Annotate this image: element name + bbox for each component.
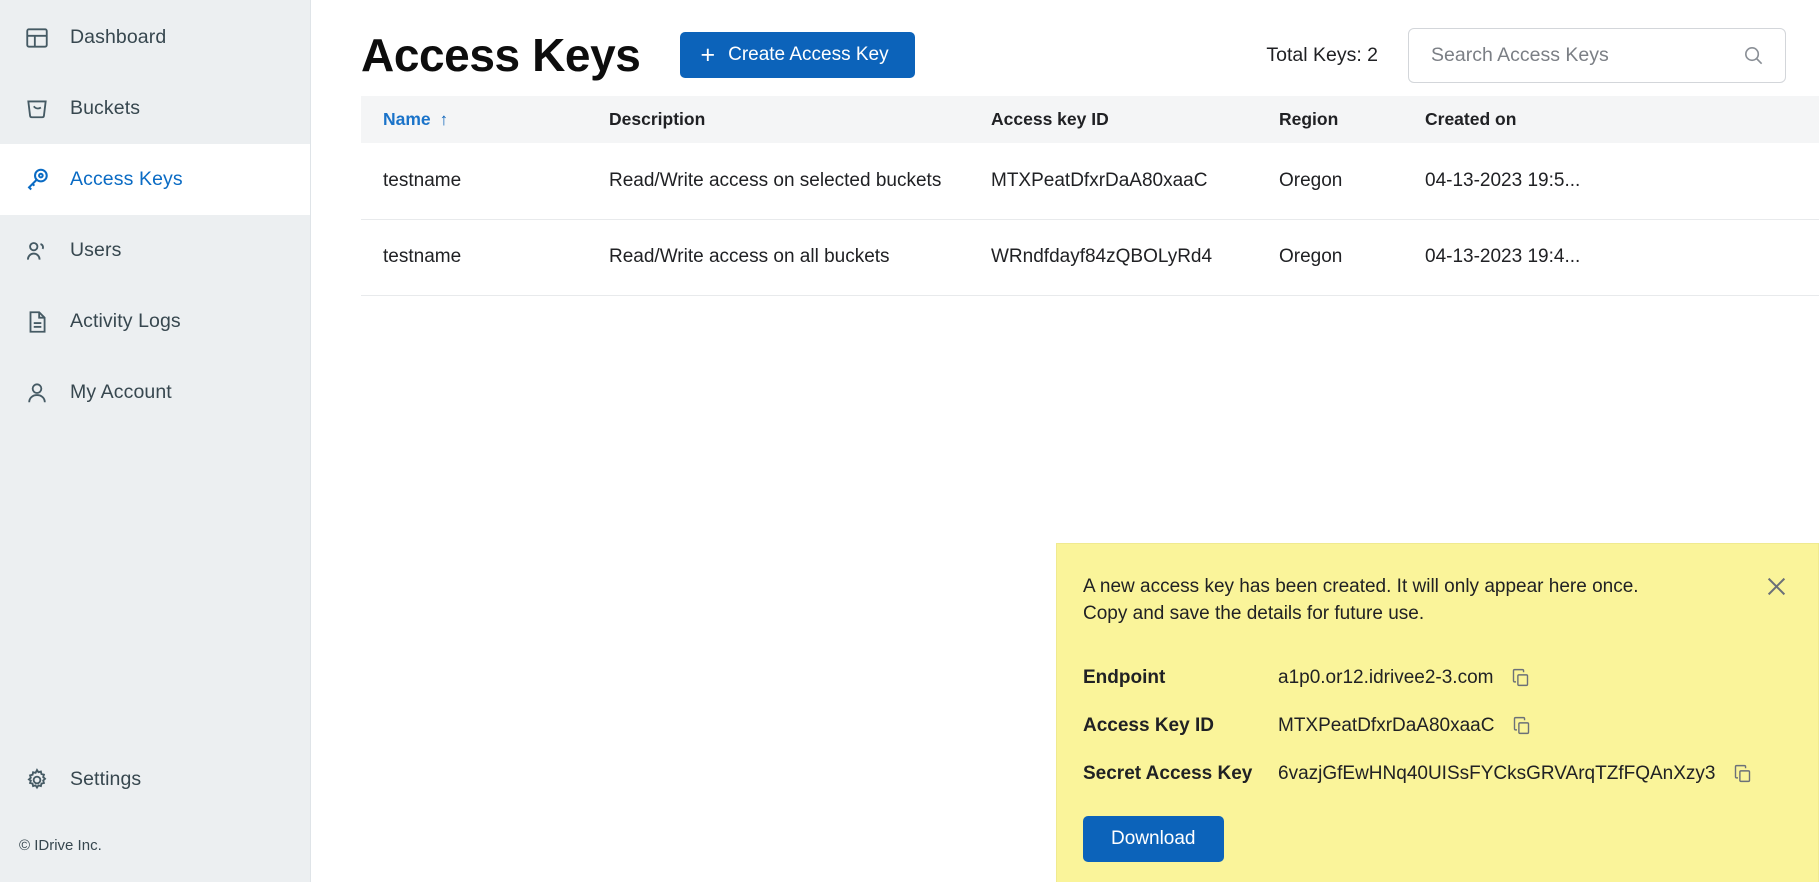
sidebar-item-label: Access Keys [70, 168, 183, 190]
search-box[interactable] [1408, 27, 1786, 83]
sidebar-item-activity-logs[interactable]: Activity Logs [0, 286, 310, 357]
field-label: Access Key ID [1083, 714, 1214, 736]
field-value: 6vazjGfEwHNq40UISsFYCksGRVArqTZfFQAnXzy3 [1278, 762, 1716, 784]
cell-description: Read/Write access on all buckets [609, 219, 991, 296]
cell-description: Read/Write access on selected buckets [609, 143, 991, 220]
notification-field-secret-access-key: Secret Access Key 6vazjGfEwHNq40UISsFYCk… [1083, 750, 1788, 798]
cell-region: Oregon [1279, 143, 1425, 220]
sidebar-item-label: My Account [70, 381, 172, 403]
copy-icon[interactable] [1510, 667, 1531, 688]
bucket-icon [14, 96, 60, 122]
sidebar-item-label: Dashboard [70, 26, 167, 48]
column-header-region: Region [1279, 109, 1339, 129]
header-right: Total Keys: 2 [1266, 27, 1819, 83]
table-row[interactable]: testname Read/Write access on all bucket… [361, 219, 1819, 296]
search-icon[interactable] [1742, 44, 1765, 67]
notification-field-endpoint: Endpoint a1p0.or12.idrivee2-3.com [1083, 654, 1788, 702]
copy-icon[interactable] [1732, 763, 1753, 784]
plus-icon: + [700, 40, 716, 69]
users-icon [14, 238, 60, 264]
gear-icon [14, 767, 60, 793]
column-header-name[interactable]: Name ↑ [361, 96, 609, 143]
sort-ascending-icon: ↑ [439, 110, 449, 129]
sidebar-item-access-keys[interactable]: Access Keys [0, 144, 310, 215]
cell-access-key-id: MTXPeatDfxrDaA80xaaC [991, 143, 1279, 220]
total-keys-label: Total Keys: 2 [1266, 43, 1378, 66]
key-icon [14, 166, 60, 193]
sidebar-item-buckets[interactable]: Buckets [0, 73, 310, 144]
sidebar-item-label: Users [70, 239, 122, 261]
copyright-text: © IDrive Inc. [19, 837, 102, 854]
sidebar-footer: Settings © IDrive Inc. [0, 744, 310, 882]
copy-icon[interactable] [1511, 715, 1532, 736]
sidebar-item-users[interactable]: Users [0, 215, 310, 286]
sidebar-nav: Dashboard Buckets Access Keys Users Acti… [0, 0, 310, 428]
field-value: MTXPeatDfxrDaA80xaaC [1278, 714, 1495, 736]
table-head: Name ↑ Description Access key ID Region C… [361, 96, 1819, 143]
access-keys-table-wrapper: Name ↑ Description Access key ID Region C… [311, 96, 1819, 296]
cell-name: testname [361, 219, 609, 296]
sidebar-item-label: Buckets [70, 97, 141, 119]
sidebar-item-label: Settings [70, 768, 142, 790]
sidebar-item-settings[interactable]: Settings [0, 744, 310, 815]
field-label: Secret Access Key [1083, 762, 1253, 784]
cell-created-on: 04-13-2023 19:4... [1425, 219, 1819, 296]
column-header-label: Name [383, 109, 431, 129]
table-row[interactable]: testname Read/Write access on selected b… [361, 143, 1819, 220]
field-value: a1p0.or12.idrivee2-3.com [1278, 666, 1494, 688]
person-icon [14, 380, 60, 406]
sidebar-item-label: Activity Logs [70, 310, 181, 332]
cell-region: Oregon [1279, 219, 1425, 296]
new-access-key-notification: A new access key has been created. It wi… [1056, 543, 1819, 882]
app-root: Dashboard Buckets Access Keys Users Acti… [0, 0, 1819, 882]
table-header-row: Name ↑ Description Access key ID Region C… [361, 96, 1819, 143]
cell-name: testname [361, 143, 609, 220]
sidebar: Dashboard Buckets Access Keys Users Acti… [0, 0, 311, 882]
access-keys-table: Name ↑ Description Access key ID Region C… [361, 96, 1819, 296]
main-content: Access Keys + Create Access Key Total Ke… [311, 0, 1819, 882]
field-label: Endpoint [1083, 666, 1166, 688]
download-button[interactable]: Download [1083, 815, 1224, 862]
cell-access-key-id: WRndfdayf84zQBOLyRd4 [991, 219, 1279, 296]
cell-created-on: 04-13-2023 19:5... [1425, 143, 1819, 220]
document-icon [14, 309, 60, 335]
page-title: Access Keys [361, 29, 641, 81]
column-header-description: Description [609, 109, 706, 129]
notification-fields: Endpoint a1p0.or12.idrivee2-3.com Access… [1083, 654, 1788, 798]
column-header-created-on: Created on [1425, 109, 1517, 129]
page-header: Access Keys + Create Access Key Total Ke… [311, 0, 1819, 96]
close-icon[interactable] [1760, 570, 1792, 602]
create-access-key-label: Create Access Key [728, 44, 889, 65]
notification-message: A new access key has been created. It wi… [1083, 576, 1639, 624]
create-access-key-button[interactable]: + Create Access Key [680, 32, 915, 78]
search-input[interactable] [1431, 43, 1742, 67]
table-body: testname Read/Write access on selected b… [361, 143, 1819, 296]
column-header-access-key-id: Access key ID [991, 109, 1109, 129]
sidebar-item-my-account[interactable]: My Account [0, 357, 310, 428]
dashboard-icon [14, 25, 60, 51]
sidebar-item-dashboard[interactable]: Dashboard [0, 2, 310, 73]
notification-field-access-key-id: Access Key ID MTXPeatDfxrDaA80xaaC [1083, 702, 1788, 750]
